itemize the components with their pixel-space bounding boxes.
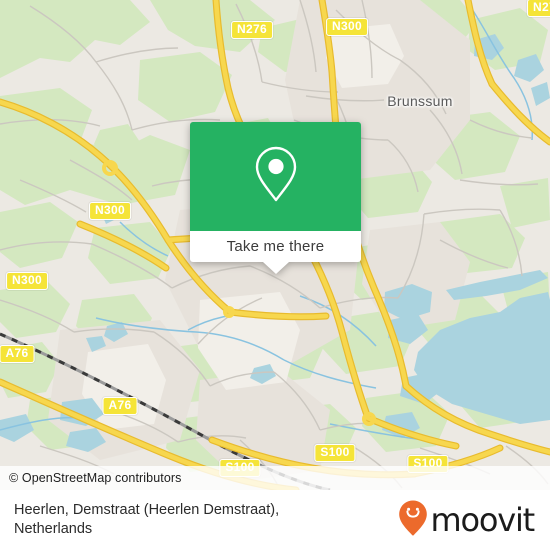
callout-cta[interactable]: Take me there	[190, 231, 361, 262]
road-shield-label: N300	[12, 273, 42, 287]
place-description: Heerlen, Demstraat (Heerlen Demstraat), …	[14, 501, 279, 539]
place-label-brunssum: Brunssum	[387, 93, 452, 109]
road-shield-label: N300	[95, 203, 125, 217]
road-shield-label: N274	[533, 0, 550, 14]
moovit-pin-icon	[398, 499, 428, 542]
callout-pin-area	[190, 122, 361, 231]
footer-bar: Heerlen, Demstraat (Heerlen Demstraat), …	[0, 490, 550, 550]
road-shield: N300	[89, 202, 131, 220]
moovit-wordmark: moovit	[430, 501, 535, 539]
place-line-2: Netherlands	[14, 521, 93, 537]
road-shield: N276	[231, 21, 273, 39]
map-screenshot: Brunssum N276N300N300N300A76A76S100S100S…	[0, 0, 550, 550]
road-shield: N274	[527, 0, 550, 17]
road-shield-label: N276	[237, 22, 267, 36]
road-shield: S100	[314, 444, 356, 462]
callout-tail	[262, 262, 289, 274]
take-me-there-callout[interactable]: Take me there	[190, 122, 361, 274]
moovit-logo[interactable]: moovit	[398, 499, 535, 542]
road-shield-label: S100	[320, 445, 350, 459]
road-shield-label: N300	[332, 19, 362, 33]
road-shield: N300	[326, 18, 368, 36]
map-attribution-bar: © OpenStreetMap contributors	[0, 466, 550, 490]
place-line-1: Heerlen, Demstraat (Heerlen Demstraat),	[14, 502, 280, 518]
road-shield: A76	[102, 397, 138, 415]
attribution-text[interactable]: © OpenStreetMap contributors	[0, 471, 182, 485]
road-shield: N300	[6, 272, 48, 290]
place-label-text: Brunssum	[387, 93, 453, 109]
road-shield-label: A76	[108, 398, 132, 412]
road-shield: A76	[0, 345, 35, 363]
callout-cta-label: Take me there	[226, 238, 325, 255]
road-shield-label: A76	[5, 346, 29, 360]
location-pin-icon	[253, 145, 299, 208]
